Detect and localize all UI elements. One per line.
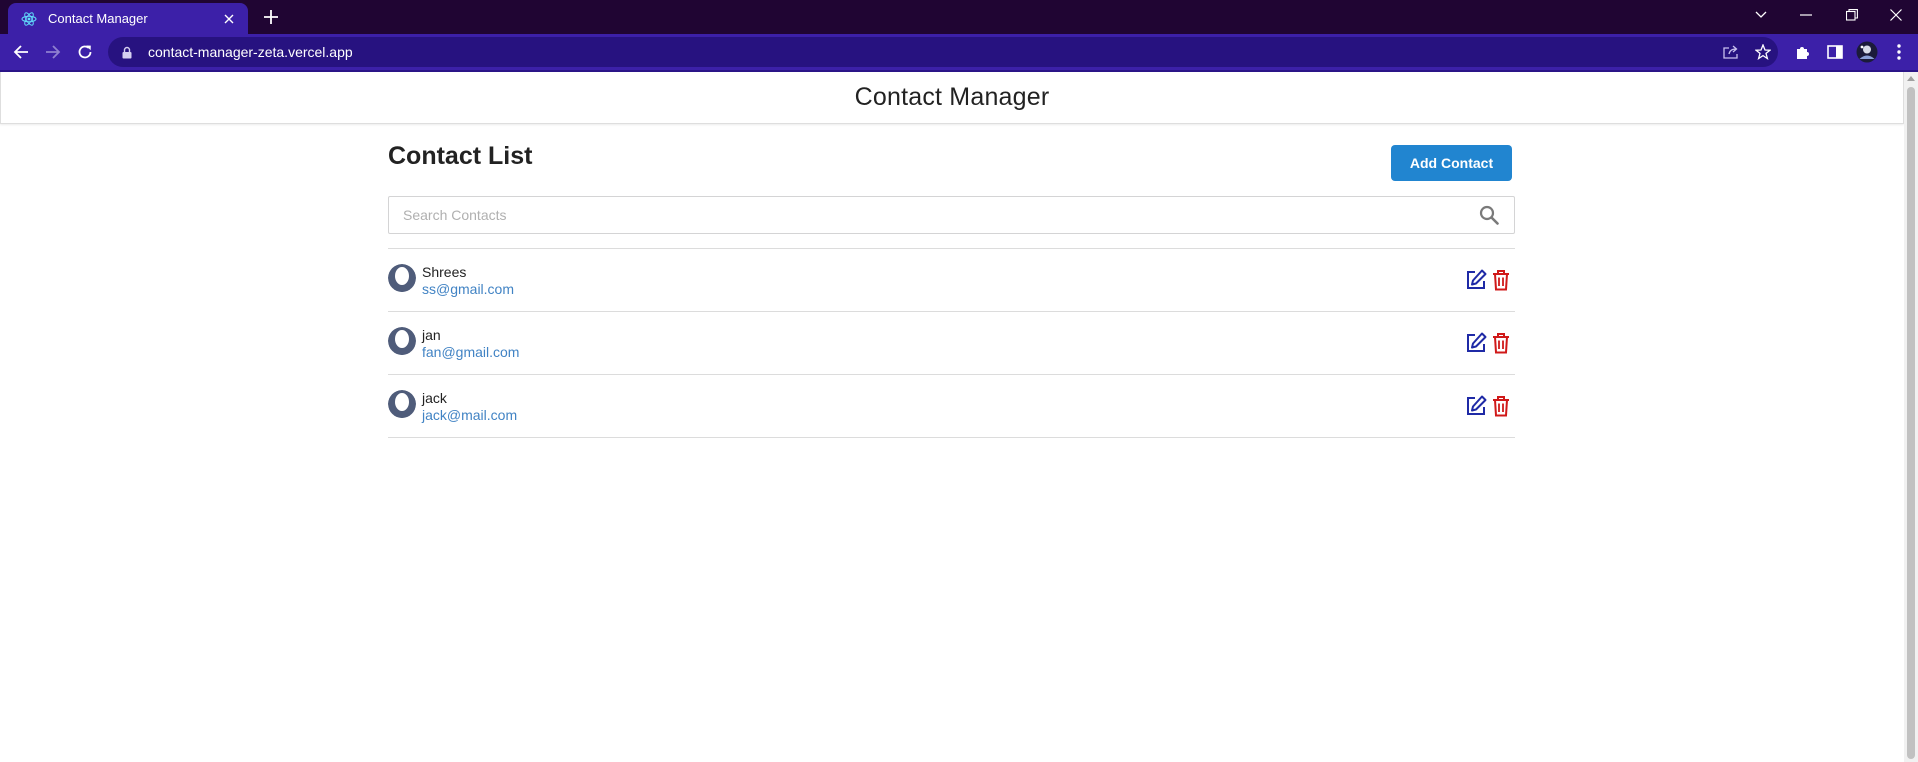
tab-title: Contact Manager <box>48 11 148 26</box>
browser-toolbar: contact-manager-zeta.vercel.app <box>0 34 1918 70</box>
page-title: Contact Manager <box>854 83 1050 111</box>
contact-name: jan <box>422 327 441 343</box>
contact-name: Shrees <box>422 264 467 280</box>
contact-email[interactable]: jack@mail.com <box>422 407 517 423</box>
contact-item[interactable]: Shrees ss@gmail.com <box>388 249 1515 312</box>
share-icon[interactable] <box>1720 41 1742 63</box>
contact-avatar <box>388 327 416 355</box>
contact-item[interactable]: jack jack@mail.com <box>388 375 1515 438</box>
contact-name: jack <box>422 390 447 406</box>
side-panel-icon[interactable] <box>1824 41 1846 63</box>
scroll-thumb[interactable] <box>1907 87 1915 759</box>
edit-icon[interactable] <box>1464 394 1488 418</box>
search-input[interactable] <box>389 197 1478 233</box>
plus-icon[interactable] <box>258 5 284 31</box>
star-icon[interactable] <box>1752 41 1774 63</box>
tab-search-icon[interactable] <box>1738 0 1784 30</box>
contact-item[interactable]: jan fan@gmail.com <box>388 312 1515 375</box>
contact-email[interactable]: fan@gmail.com <box>422 344 519 360</box>
address-bar[interactable]: contact-manager-zeta.vercel.app <box>108 37 1778 67</box>
edit-icon[interactable] <box>1464 268 1488 292</box>
restore-icon[interactable] <box>1829 0 1875 30</box>
minimize-icon[interactable] <box>1783 0 1829 30</box>
contact-list-title: Contact List <box>388 142 533 170</box>
reload-icon[interactable] <box>72 39 98 65</box>
contact-avatar <box>388 264 416 292</box>
puzzle-icon[interactable] <box>1792 41 1814 63</box>
avatar[interactable] <box>1856 41 1878 63</box>
contact-list: Shrees ss@gmail.com jan fan@gmail.com ja… <box>388 248 1515 438</box>
browser-tab-strip: Contact Manager <box>0 0 1918 34</box>
scroll-up-arrow-icon[interactable] <box>1907 76 1915 81</box>
app-header: Contact Manager <box>0 72 1904 124</box>
contact-email[interactable]: ss@gmail.com <box>422 281 514 297</box>
lock-icon[interactable] <box>122 45 134 59</box>
search-icon[interactable] <box>1478 204 1500 226</box>
arrow-left-icon[interactable] <box>8 39 34 65</box>
search-box <box>388 196 1515 234</box>
trash-icon[interactable] <box>1490 331 1512 355</box>
contact-avatar <box>388 390 416 418</box>
edit-icon[interactable] <box>1464 331 1488 355</box>
page-scrollbar[interactable] <box>1904 72 1918 762</box>
url-text[interactable]: contact-manager-zeta.vercel.app <box>148 44 353 60</box>
kebab-menu-icon[interactable] <box>1888 41 1910 63</box>
close-icon[interactable] <box>220 11 238 27</box>
trash-icon[interactable] <box>1490 268 1512 292</box>
page-viewport: Contact Manager Contact List Add Contact… <box>0 72 1904 762</box>
browser-tab[interactable]: Contact Manager <box>8 3 248 34</box>
add-contact-button[interactable]: Add Contact <box>1391 145 1512 181</box>
close-window-icon[interactable] <box>1873 0 1918 30</box>
react-atom-icon <box>20 10 38 28</box>
arrow-right-icon[interactable] <box>40 39 66 65</box>
trash-icon[interactable] <box>1490 394 1512 418</box>
